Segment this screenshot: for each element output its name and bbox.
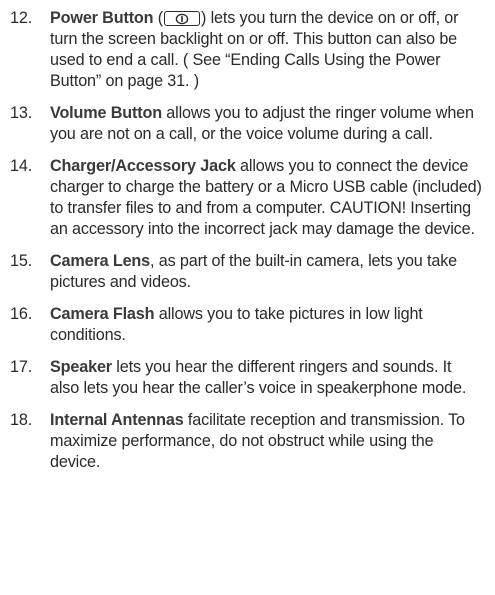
item-description: lets you hear the different ringers and …	[50, 358, 467, 397]
list-item-internal-antennas: 18. Internal Antennas facilitate recepti…	[10, 410, 485, 473]
list-item-camera-flash: 16. Camera Flash allows you to take pict…	[10, 304, 485, 346]
item-number: 12.	[10, 9, 33, 27]
list-item-volume-button: 13. Volume Button allows you to adjust t…	[10, 103, 485, 145]
list-item-power-button: 12. Power Button () lets you turn the de…	[10, 8, 485, 92]
item-term: Charger/Accessory Jack	[50, 157, 236, 175]
item-text: Volume Button allows you to adjust the r…	[50, 103, 482, 145]
item-term: Speaker	[50, 358, 112, 376]
item-term: Volume Button	[50, 104, 162, 122]
item-number: 18.	[10, 411, 33, 429]
list-item-camera-lens: 15. Camera Lens, as part of the built-in…	[10, 251, 485, 293]
item-text: Speaker lets you hear the different ring…	[50, 357, 482, 399]
item-term: Camera Lens	[50, 252, 151, 270]
item-text: Charger/Accessory Jack allows you to con…	[50, 156, 482, 240]
item-text: Camera Lens, as part of the built-in cam…	[50, 251, 482, 293]
item-number: 15.	[10, 252, 33, 270]
list-item-charger-jack: 14. Charger/Accessory Jack allows you to…	[10, 156, 485, 240]
item-text-before-icon: (	[153, 9, 164, 27]
item-text: Camera Flash allows you to take pictures…	[50, 304, 482, 346]
item-text: Internal Antennas facilitate reception a…	[50, 410, 482, 473]
item-term: Camera Flash	[50, 305, 155, 323]
item-number: 13.	[10, 104, 33, 122]
item-number: 16.	[10, 305, 33, 323]
list-item-speaker: 17. Speaker lets you hear the different …	[10, 357, 485, 399]
power-button-icon	[164, 11, 201, 26]
item-number: 17.	[10, 358, 33, 376]
manual-page: 12. Power Button () lets you turn the de…	[0, 0, 495, 595]
item-term: Internal Antennas	[50, 411, 184, 429]
item-number: 14.	[10, 157, 33, 175]
item-text: Power Button () lets you turn the device…	[50, 8, 482, 92]
item-term: Power Button	[50, 9, 154, 27]
